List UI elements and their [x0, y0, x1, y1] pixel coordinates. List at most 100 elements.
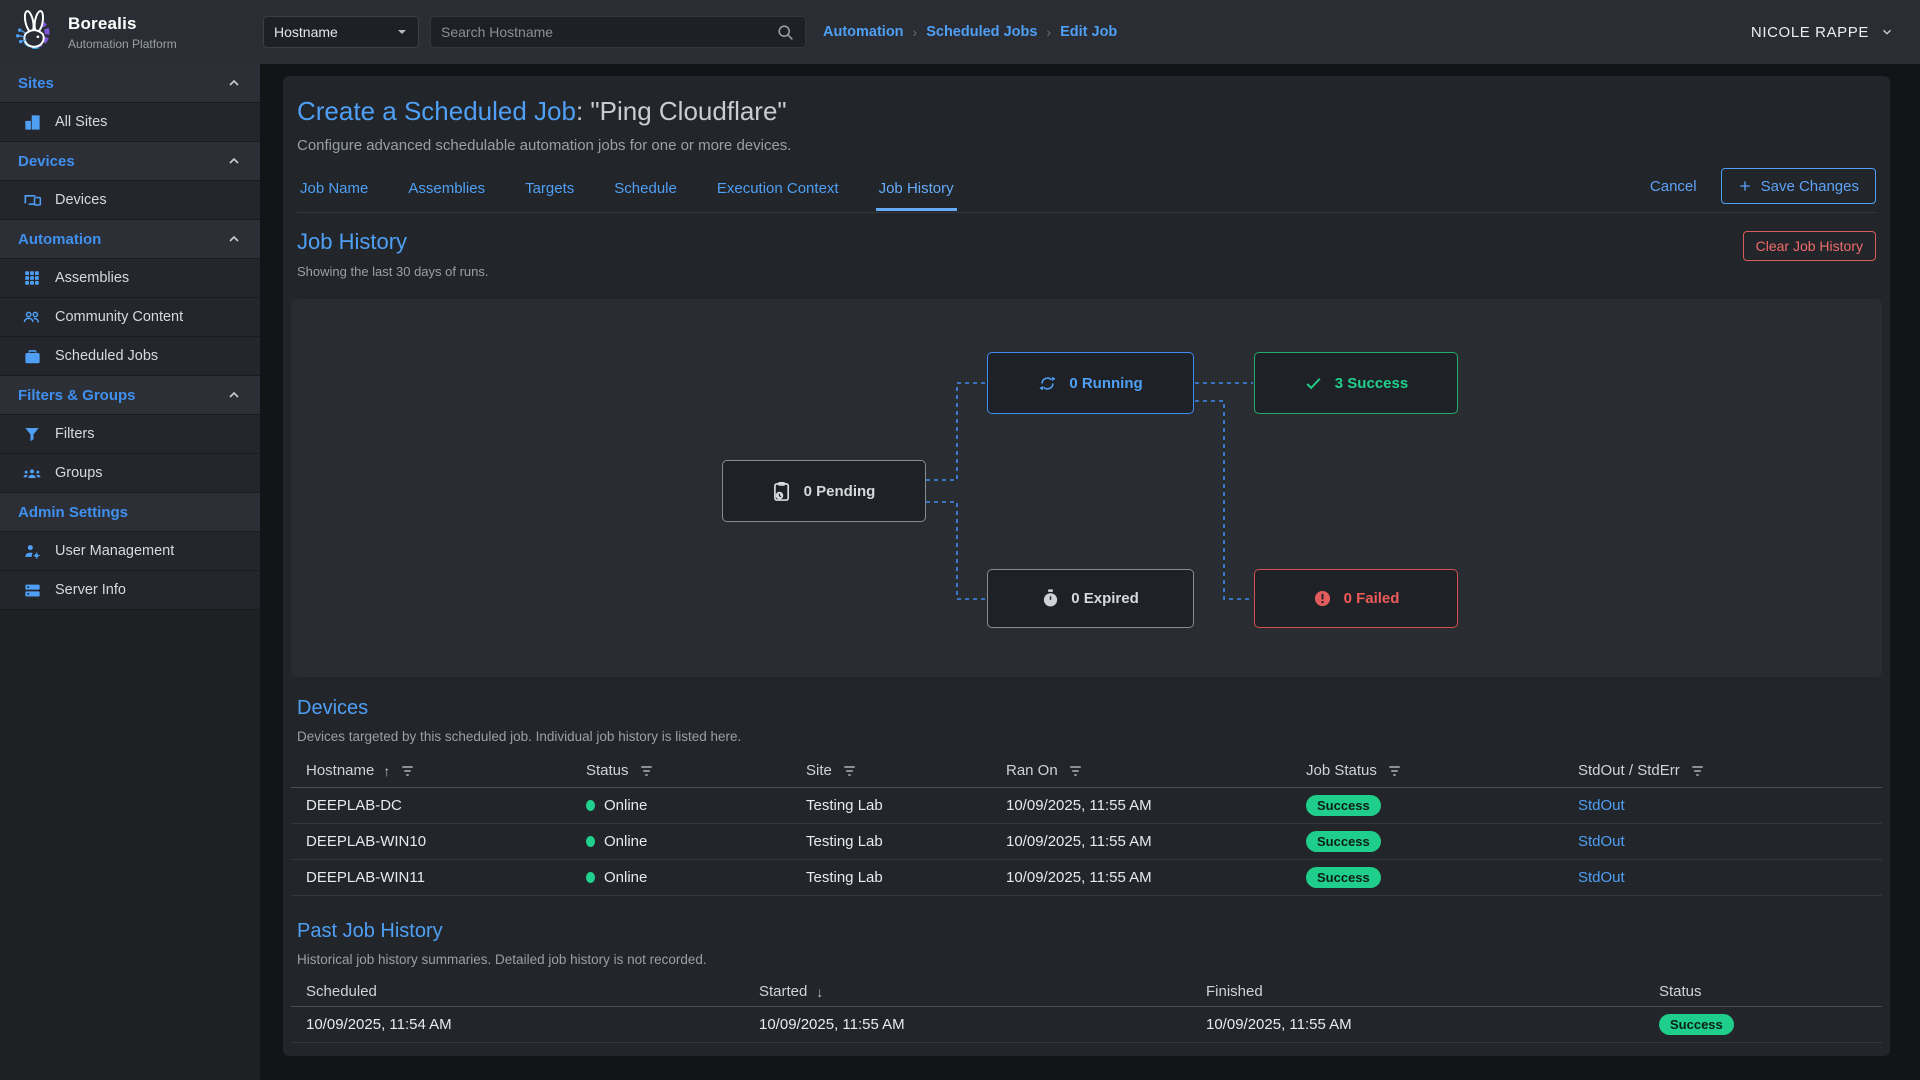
- devices-icon: [22, 190, 42, 210]
- sidebar-item-label: Groups: [55, 465, 103, 481]
- user-gear-icon: [22, 541, 42, 561]
- user-menu[interactable]: NICOLE RAPPE: [1751, 24, 1894, 41]
- grid-icon: [22, 268, 42, 288]
- breadcrumb-automation[interactable]: Automation: [823, 24, 904, 40]
- online-status-dot: [586, 872, 595, 883]
- sidebar-item-devices[interactable]: Devices: [0, 181, 260, 220]
- sidebar-item-groups[interactable]: Groups: [0, 454, 260, 493]
- breadcrumb-edit-job[interactable]: Edit Job: [1060, 24, 1117, 40]
- sidebar-section-label: Devices: [18, 153, 75, 170]
- sidebar: Sites All Sites Devices Devices Automati…: [0, 64, 260, 1080]
- sort-ascending-icon[interactable]: ↑: [383, 763, 390, 779]
- device-ran-on: 10/09/2025, 11:55 AM: [1006, 797, 1306, 814]
- job-status-badge: Success: [1306, 867, 1381, 888]
- device-row: DEEPLAB-DC Online Testing Lab 10/09/2025…: [291, 788, 1882, 824]
- check-icon: [1304, 374, 1323, 393]
- flow-node-success[interactable]: 3 Success: [1254, 352, 1458, 414]
- sidebar-item-filters[interactable]: Filters: [0, 415, 260, 454]
- tab-assemblies[interactable]: Assemblies: [405, 170, 488, 210]
- flow-node-running[interactable]: 0 Running: [987, 352, 1194, 414]
- column-header-scheduled[interactable]: Scheduled: [306, 983, 377, 1000]
- flow-node-pending[interactable]: 0 Pending: [722, 460, 926, 522]
- sort-descending-icon[interactable]: ↓: [816, 984, 823, 1000]
- filter-icon[interactable]: [638, 763, 655, 779]
- save-changes-button[interactable]: Save Changes: [1721, 168, 1876, 204]
- column-header-job-status[interactable]: Job Status: [1306, 762, 1377, 779]
- group-icon: [22, 463, 42, 483]
- save-changes-label: Save Changes: [1761, 178, 1859, 195]
- past-job-history-table: Scheduled Started ↓ Finished Status 10/0…: [291, 977, 1882, 1043]
- sidebar-item-assemblies[interactable]: Assemblies: [0, 259, 260, 298]
- past-finished: 10/09/2025, 11:55 AM: [1206, 1016, 1659, 1033]
- search-box[interactable]: [430, 16, 806, 48]
- tab-schedule[interactable]: Schedule: [611, 170, 680, 210]
- past-job-history-heading: Past Job History: [297, 920, 1876, 943]
- sidebar-section-devices[interactable]: Devices: [0, 142, 260, 181]
- column-header-finished[interactable]: Finished: [1206, 983, 1263, 1000]
- page-subtitle: Configure advanced schedulable automatio…: [297, 137, 1876, 154]
- caret-down-icon: [396, 26, 408, 38]
- past-status-badge: Success: [1659, 1014, 1734, 1035]
- past-job-row: 10/09/2025, 11:54 AM 10/09/2025, 11:55 A…: [291, 1007, 1882, 1043]
- flow-node-expired[interactable]: 0 Expired: [987, 569, 1194, 628]
- job-status-badge: Success: [1306, 831, 1381, 852]
- sidebar-item-user-management[interactable]: User Management: [0, 532, 260, 571]
- filter-icon[interactable]: [399, 763, 416, 779]
- sidebar-section-label: Automation: [18, 231, 101, 248]
- sidebar-item-all-sites[interactable]: All Sites: [0, 103, 260, 142]
- sidebar-section-automation[interactable]: Automation: [0, 220, 260, 259]
- column-header-ran-on[interactable]: Ran On: [1006, 762, 1058, 779]
- sidebar-item-scheduled-jobs[interactable]: Scheduled Jobs: [0, 337, 260, 376]
- column-header-started[interactable]: Started: [759, 983, 807, 1000]
- sidebar-item-server-info[interactable]: Server Info: [0, 571, 260, 610]
- server-icon: [22, 580, 42, 600]
- filter-icon[interactable]: [1067, 763, 1084, 779]
- people-icon: [22, 307, 42, 327]
- sidebar-section-sites[interactable]: Sites: [0, 64, 260, 103]
- column-header-hostname[interactable]: Hostname: [306, 762, 374, 779]
- cancel-button[interactable]: Cancel: [1650, 178, 1697, 195]
- stdout-link[interactable]: StdOut: [1578, 797, 1882, 814]
- hostname-filter-select[interactable]: Hostname: [263, 16, 419, 48]
- sidebar-section-filters-groups[interactable]: Filters & Groups: [0, 376, 260, 415]
- plus-icon: [1738, 179, 1752, 193]
- tab-targets[interactable]: Targets: [522, 170, 577, 210]
- sidebar-section-admin-settings[interactable]: Admin Settings: [0, 493, 260, 532]
- building-icon: [22, 112, 42, 132]
- breadcrumb-scheduled-jobs[interactable]: Scheduled Jobs: [926, 24, 1037, 40]
- clear-job-history-button[interactable]: Clear Job History: [1743, 231, 1876, 261]
- page-title: Create a Scheduled Job: "Ping Cloudflare…: [297, 96, 1876, 127]
- breadcrumb: Automation › Scheduled Jobs › Edit Job: [823, 24, 1117, 40]
- devices-table: Hostname ↑ Status Site Ran On Job Status: [291, 754, 1882, 896]
- column-header-status[interactable]: Status: [586, 762, 629, 779]
- device-row: DEEPLAB-WIN10 Online Testing Lab 10/09/2…: [291, 824, 1882, 860]
- devices-description: Devices targeted by this scheduled job. …: [297, 729, 1876, 744]
- search-input[interactable]: [441, 24, 776, 40]
- sidebar-item-label: Scheduled Jobs: [55, 348, 158, 364]
- flow-node-failed[interactable]: 0 Failed: [1254, 569, 1458, 628]
- stdout-link[interactable]: StdOut: [1578, 869, 1882, 886]
- sidebar-item-label: Server Info: [55, 582, 126, 598]
- brand-subtitle: Automation Platform: [68, 37, 177, 51]
- column-header-site[interactable]: Site: [806, 762, 832, 779]
- search-icon[interactable]: [776, 23, 795, 42]
- past-table-header: Scheduled Started ↓ Finished Status: [291, 977, 1882, 1007]
- funnel-icon: [22, 424, 42, 444]
- past-scheduled: 10/09/2025, 11:54 AM: [306, 1016, 759, 1033]
- tab-job-history[interactable]: Job History: [876, 170, 957, 211]
- stdout-link[interactable]: StdOut: [1578, 833, 1882, 850]
- sidebar-item-community-content[interactable]: Community Content: [0, 298, 260, 337]
- tab-execution-context[interactable]: Execution Context: [714, 170, 842, 210]
- filter-icon[interactable]: [1386, 763, 1403, 779]
- past-started: 10/09/2025, 11:55 AM: [759, 1016, 1206, 1033]
- past-job-history-description: Historical job history summaries. Detail…: [297, 952, 1876, 967]
- tab-job-name[interactable]: Job Name: [297, 170, 371, 210]
- flow-node-running-label: 0 Running: [1069, 375, 1142, 392]
- column-header-stdout-stderr[interactable]: StdOut / StdErr: [1578, 762, 1680, 779]
- topbar: Borealis Automation Platform Hostname Au…: [0, 0, 1920, 64]
- filter-icon[interactable]: [841, 763, 858, 779]
- stopwatch-icon: [1042, 589, 1059, 608]
- chevron-up-icon: [226, 231, 242, 247]
- column-header-status[interactable]: Status: [1659, 983, 1702, 1000]
- filter-icon[interactable]: [1689, 763, 1706, 779]
